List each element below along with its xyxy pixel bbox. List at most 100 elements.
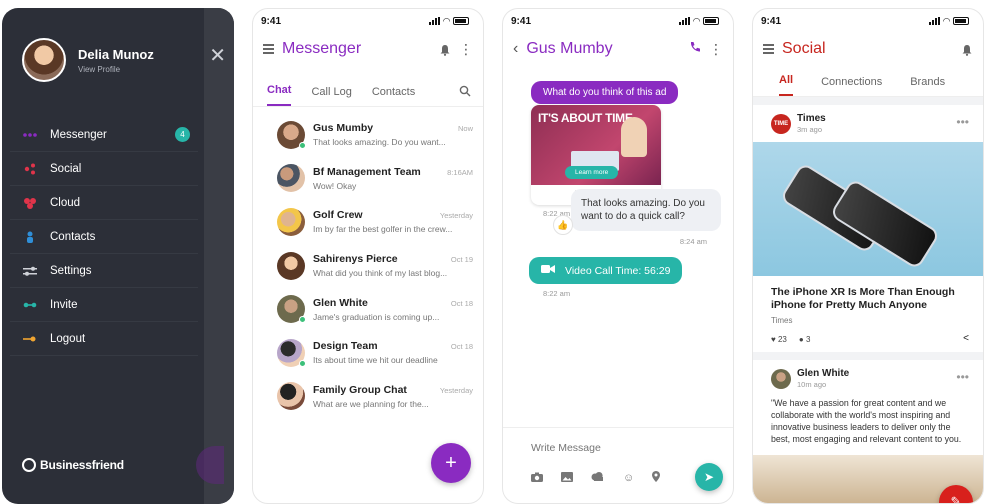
post-source: Times [771, 316, 793, 325]
avatar [277, 251, 305, 280]
post-image[interactable] [753, 142, 983, 276]
avatar [277, 295, 306, 324]
profile-header[interactable]: Delia Munoz View Profile [22, 38, 154, 82]
menu-icon[interactable] [763, 44, 774, 54]
menu-label: Contacts [50, 230, 96, 243]
feed-post[interactable]: TIME Times 3m ago ••• The iPhone XR Is M… [753, 105, 983, 352]
chat-name: Bf Management Team [313, 165, 421, 178]
chat-name: Design Team [313, 340, 378, 353]
camera-icon[interactable] [531, 472, 543, 485]
menu-item-social[interactable]: Social [10, 152, 198, 186]
list-item[interactable]: Family Group Chat Yesterday What are we pl… [277, 375, 473, 419]
post-image[interactable]: ✎ [753, 455, 983, 503]
times-logo: TIME [771, 113, 791, 134]
menu-item-settings[interactable]: Settings [10, 254, 198, 288]
chat-preview: Wow! Okay [313, 180, 357, 191]
send-button[interactable]: ➤ [695, 463, 723, 491]
video-call-bubble[interactable]: Video Call Time: 56:29 [529, 257, 683, 284]
emoji-icon[interactable]: ☺ [623, 472, 634, 484]
battery-icon [953, 17, 969, 25]
like-button[interactable]: ♥ 23 [771, 335, 787, 344]
avatar [771, 368, 791, 389]
new-chat-button[interactable]: + [431, 443, 471, 483]
close-icon[interactable]: ✕ [209, 46, 226, 66]
logout-icon [22, 336, 38, 342]
composer-tools: ☺ [531, 471, 661, 485]
list-item[interactable]: Glen White Oct 18 Jame's graduation is com… [277, 287, 473, 331]
share-icon[interactable]: < [963, 333, 969, 344]
tab-connections[interactable]: Connections [821, 76, 882, 96]
bell-icon[interactable] [439, 43, 451, 56]
more-horiz-icon[interactable]: ••• [956, 115, 969, 129]
online-indicator [299, 359, 306, 367]
chat-time: Oct 18 [450, 298, 473, 308]
chat-name: Golf Crew [313, 209, 363, 222]
list-item[interactable]: Gus Mumby Now That looks amazing. Do you w… [277, 113, 473, 157]
thumbs-up-icon[interactable]: 👍 [553, 215, 573, 235]
timestamp: 8:22 am [543, 289, 571, 298]
chat-time: Yesterday [439, 211, 473, 221]
tab-all[interactable]: All [779, 74, 794, 96]
status-time: 9:41 [511, 15, 532, 27]
post-body: "We have a passion for great content and… [771, 398, 962, 444]
status-bar: 9:41 ◠ [253, 9, 483, 33]
menu-item-messenger[interactable]: Messenger 4 [10, 118, 198, 152]
message-input[interactable] [531, 442, 691, 454]
more-vert-icon[interactable]: ⋮ [459, 42, 473, 56]
image-icon[interactable] [561, 471, 573, 485]
menu-item-cloud[interactable]: Cloud [10, 186, 198, 220]
comment-button[interactable]: ● 3 [799, 335, 811, 344]
feed-post[interactable]: Glen White 10m ago ••• "We have a passio… [753, 360, 983, 503]
share-nodes-icon [22, 163, 38, 175]
menu-item-contacts[interactable]: Contacts [10, 220, 198, 254]
more-horiz-icon[interactable]: ••• [956, 370, 969, 384]
chat-time: Now [457, 124, 473, 134]
post-actions: ♥ 23 ● 3 [753, 325, 983, 352]
tab-brands[interactable]: Brands [910, 76, 945, 96]
cloud-icon[interactable] [591, 472, 605, 484]
learn-more-button[interactable]: Learn more [565, 166, 619, 179]
avatar [277, 120, 306, 149]
more-vert-icon[interactable]: ⋮ [709, 42, 723, 56]
drawer-overlay[interactable] [204, 8, 234, 504]
post-time: 3m ago [797, 125, 823, 134]
battery-icon [453, 17, 469, 25]
compose-post-button[interactable]: ✎ [939, 485, 973, 503]
search-icon[interactable] [459, 85, 471, 100]
avatar [277, 382, 305, 411]
list-item[interactable]: Design Team Oct 18 Its about time we hit o… [277, 331, 473, 375]
tab-chat[interactable]: Chat [267, 84, 292, 106]
video-call-label: Video Call Time: 56:29 [565, 264, 671, 277]
view-profile-link[interactable]: View Profile [78, 65, 154, 74]
menu-icon[interactable] [263, 44, 274, 54]
cloud-icon [22, 197, 38, 209]
fab-peek [196, 446, 224, 484]
comment-count: 3 [805, 335, 811, 344]
user-name: Delia Munoz [78, 46, 154, 62]
social-feed: TIME Times 3m ago ••• The iPhone XR Is M… [753, 97, 983, 503]
menu-item-logout[interactable]: Logout [10, 322, 198, 356]
location-pin-icon[interactable] [652, 471, 661, 485]
messenger-screen: 9:41 ◠ Messenger ⋮ Chat Call Log Contact… [252, 8, 484, 504]
post-author: Glen White [797, 368, 850, 379]
back-arrow-icon[interactable]: ‹ [513, 40, 518, 58]
message-bubble: That looks amazing. Do you want to do a … [571, 189, 721, 231]
contact-name: Gus Mumby [526, 40, 613, 57]
ad-headline: IT'S ABOUT TIME [538, 111, 633, 125]
status-icons: ◠ [929, 16, 969, 27]
comment-icon: ● [798, 335, 804, 344]
list-item[interactable]: Sahirenys Pierce Oct 19 What did you think… [277, 244, 473, 288]
list-item[interactable]: Golf Crew Yesterday Im by far the best gol… [277, 200, 473, 244]
bell-icon[interactable] [961, 43, 973, 56]
wifi-icon: ◠ [943, 15, 950, 26]
tab-contacts[interactable]: Contacts [372, 86, 415, 106]
person-icon [22, 231, 38, 243]
post-header: TIME Times 3m ago ••• [753, 105, 983, 142]
avatar [277, 207, 305, 236]
tab-call-log[interactable]: Call Log [311, 86, 351, 106]
menu-item-invite[interactable]: Invite [10, 288, 198, 322]
messenger-tabs: Chat Call Log Contacts [253, 77, 483, 107]
menu-label: Messenger [50, 128, 107, 141]
phone-icon[interactable] [689, 40, 701, 58]
list-item[interactable]: Bf Management Team 8:16AM Wow! Okay [277, 157, 473, 201]
